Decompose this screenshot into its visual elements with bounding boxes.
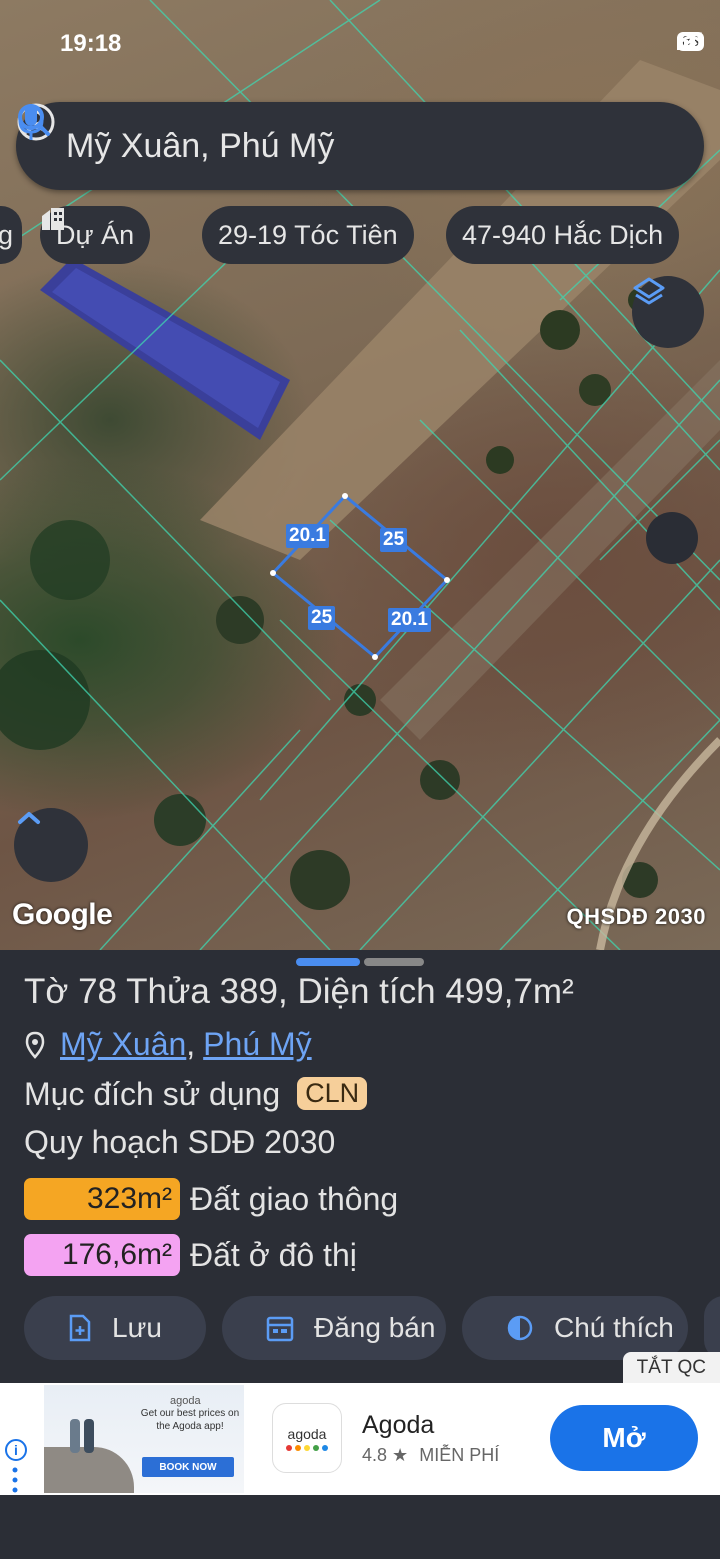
app-root: 20.1 25 25 20.1 19:18 86 Mỹ Xuân, Phú Mỹ <box>0 0 720 1559</box>
sheet-number-value: 78 <box>78 972 118 1011</box>
wifi-icon <box>681 35 702 50</box>
close-ad-button[interactable]: TẮT QC <box>622 1352 720 1384</box>
google-logo: Google <box>12 898 113 931</box>
more-action-button[interactable] <box>704 1296 720 1360</box>
parcel-number-value: 389 <box>219 972 278 1011</box>
contrast-icon <box>507 1315 533 1341</box>
town-link[interactable]: Phú Mỹ <box>203 1026 311 1063</box>
sheet-page-indicator[interactable] <box>364 958 424 966</box>
chip-toc-tien[interactable]: 29-19 Tóc Tiên <box>202 206 414 264</box>
ad-banner[interactable]: i agoda Get our best prices on the Agoda… <box>0 1383 720 1495</box>
purpose-code-badge[interactable]: CLN <box>297 1077 368 1110</box>
chip-partial[interactable]: g <box>0 206 22 264</box>
chip-hac-dich[interactable]: 47-940 Hắc Dịch <box>446 206 680 264</box>
location-separator: , <box>186 1026 196 1062</box>
ad-app-icon-text: agoda <box>287 1425 327 1442</box>
layers-button[interactable] <box>632 276 704 348</box>
search-bar[interactable]: Mỹ Xuân, Phú Mỹ <box>16 102 704 190</box>
ad-image-person <box>84 1419 94 1453</box>
ad-brand-mini: agoda <box>170 1395 201 1407</box>
chevron-up-icon <box>18 812 40 824</box>
map-control-button[interactable] <box>646 512 698 564</box>
filter-chips: g Dự Án 29-19 Tóc Tiên 47-940 Hắc Dịch <box>0 206 720 264</box>
chip-label: 47-940 Hắc Dịch <box>462 219 664 250</box>
status-icons: 86 <box>677 32 704 51</box>
ad-book-now[interactable]: BOOK NOW <box>142 1457 234 1477</box>
bottom-area <box>0 1495 720 1559</box>
plan-area-badge: 176,6m² <box>24 1234 180 1276</box>
ad-image[interactable]: agoda Get our best prices on the Agoda a… <box>44 1385 244 1493</box>
location-row: Mỹ Xuân, Phú Mỹ <box>24 1026 312 1063</box>
map-layer-label: QHSDĐ 2030 <box>566 904 706 929</box>
chip-du-an[interactable]: Dự Án <box>40 206 151 264</box>
location-pin-icon <box>25 1031 45 1059</box>
plan-label: Đất giao thông <box>190 1180 399 1217</box>
purpose-row: Mục đích sử dụng CLN <box>24 1076 368 1113</box>
calendar-icon <box>266 1316 294 1342</box>
sheet-label: Tờ <box>24 972 69 1011</box>
parcel-edge-label: 20.1 <box>388 608 431 632</box>
status-time: 19:18 <box>60 30 122 57</box>
ad-tagline: Get our best prices on the Agoda app! <box>140 1408 240 1432</box>
ad-rating: 4.8 <box>362 1445 388 1465</box>
map-view[interactable]: 20.1 25 25 20.1 19:18 86 Mỹ Xuân, Phú Mỹ <box>0 0 720 950</box>
legend-label: Chú thích <box>554 1312 674 1343</box>
add-file-icon <box>69 1314 91 1342</box>
chip-label: g <box>0 219 14 250</box>
plan-title: Quy hoạch SDĐ 2030 <box>24 1124 336 1160</box>
legend-button[interactable]: Chú thích <box>462 1296 688 1360</box>
plan-area-badge: 323m² <box>24 1178 180 1220</box>
ad-price: MIỄN PHÍ <box>419 1445 500 1465</box>
area-label: Diện tích <box>297 972 436 1011</box>
ad-app-name: Agoda <box>362 1411 435 1439</box>
ad-app-icon[interactable]: agoda <box>272 1403 342 1473</box>
chip-label: Dự Án <box>56 219 135 250</box>
ad-image-person <box>70 1419 80 1453</box>
chip-label: 29-19 Tóc Tiên <box>218 219 398 250</box>
voice-search-button[interactable] <box>18 104 680 172</box>
expand-up-button[interactable] <box>14 808 88 882</box>
star-icon: ★ <box>392 1445 409 1465</box>
commune-link[interactable]: Mỹ Xuân <box>60 1026 186 1063</box>
search-input[interactable]: Mỹ Xuân, Phú Mỹ <box>66 127 576 166</box>
parcel-title: Tờ 78 Thửa 389, Diện tích 499,7m² <box>24 972 574 1011</box>
plan-row: 323m² Đất giao thông <box>24 1178 398 1220</box>
post-sale-button[interactable]: Đăng bán <box>222 1296 446 1360</box>
ad-info-icon[interactable]: i <box>5 1439 27 1461</box>
parcel-label: Thửa <box>126 972 210 1011</box>
save-button[interactable]: Lưu <box>24 1296 206 1360</box>
ad-app-icon-dots <box>286 1444 328 1451</box>
parcel-edge-label: 25 <box>308 606 336 630</box>
area-value: 499,7m² <box>445 972 574 1011</box>
plan-label: Đất ở đô thị <box>190 1236 357 1273</box>
ad-image-mountain <box>44 1447 134 1493</box>
plan-row: 176,6m² Đất ở đô thị <box>24 1234 357 1276</box>
parcel-edge-label: 20.1 <box>286 524 329 548</box>
microphone-icon <box>18 104 44 140</box>
ad-app-meta: 4.8 ★ MIỄN PHÍ <box>362 1445 499 1466</box>
sheet-page-indicator-active[interactable] <box>296 958 360 966</box>
search-button[interactable] <box>18 104 628 172</box>
save-label: Lưu <box>112 1312 162 1343</box>
post-sale-label: Đăng bán <box>314 1312 436 1343</box>
parcel-edge-label: 25 <box>380 528 408 552</box>
building-icon <box>42 208 64 230</box>
purpose-label: Mục đích sử dụng <box>24 1076 281 1112</box>
ad-open-button[interactable]: Mở <box>550 1405 698 1471</box>
ad-menu-icon[interactable] <box>12 1467 18 1493</box>
layers-icon <box>633 277 665 305</box>
